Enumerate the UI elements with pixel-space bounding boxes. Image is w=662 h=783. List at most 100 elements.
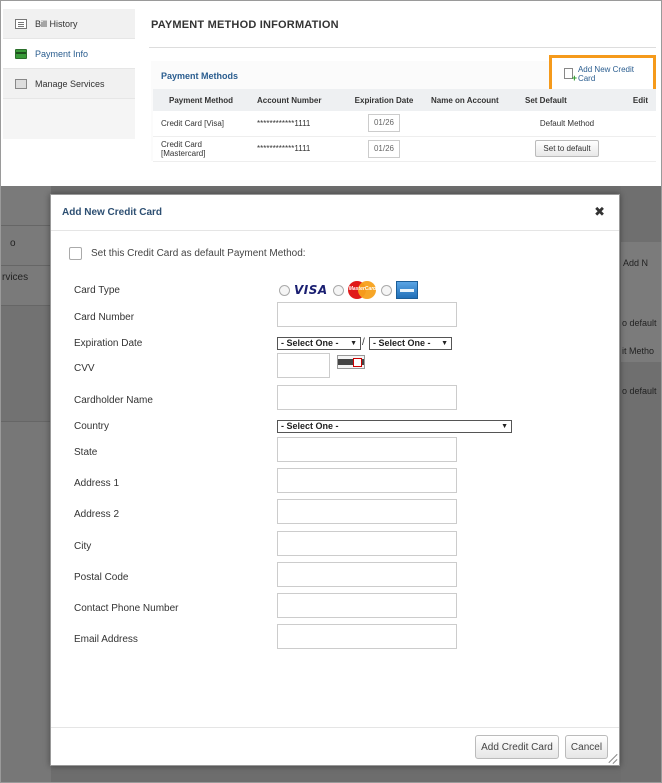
chevron-down-icon: ▼: [350, 340, 357, 347]
add-new-credit-card-link[interactable]: Add New Credit Card: [549, 55, 656, 92]
chevron-down-icon: ▼: [441, 340, 448, 347]
sidebar-item-label: Manage Services: [35, 78, 105, 89]
sidebar-item-label: Payment Info: [35, 48, 89, 59]
bill-history-icon: [15, 18, 27, 29]
exp-year-select[interactable]: - Select One - ▼: [369, 337, 452, 350]
address2-label: Address 2: [74, 509, 120, 520]
edit-cell: [617, 136, 656, 162]
mastercard-radio[interactable]: [332, 284, 344, 296]
payment-method-cell: Credit Card [Mastercard]: [153, 136, 249, 162]
column-header: Edit: [617, 89, 656, 111]
sidebar-item-label: Bill History: [35, 18, 78, 29]
exp-year-value: - Select One -: [373, 338, 431, 348]
city-input[interactable]: [277, 531, 457, 556]
expiration-value: 01/26: [368, 139, 400, 158]
phone-input[interactable]: [277, 593, 457, 618]
default-payment-row: Set this Credit Card as default Payment …: [69, 247, 306, 260]
expiration-cell: 01/26: [345, 111, 423, 137]
cvv-hint-icon: [337, 355, 365, 369]
table-header-row: Payment Method Account Number Expiration…: [153, 89, 656, 111]
country-label: Country: [74, 421, 110, 432]
sidebar-item-bill-history[interactable]: Bill History: [3, 9, 135, 39]
payment-card-icon: [15, 48, 27, 59]
edit-cell: [617, 111, 656, 137]
country-select[interactable]: - Select One - ▼: [277, 420, 512, 433]
services-icon: [15, 78, 27, 89]
country-value: - Select One -: [281, 421, 339, 431]
divider: [149, 47, 656, 48]
visa-radio[interactable]: [279, 284, 290, 296]
add-document-icon: [564, 68, 577, 83]
cancel-button[interactable]: Cancel: [565, 735, 608, 759]
sidebar-item-payment-info[interactable]: Payment Info: [3, 39, 135, 69]
payment-method-cell: Credit Card [Visa]: [153, 111, 249, 137]
dimmed-text: o: [10, 238, 16, 249]
table-row: Credit Card [Mastercard] ************111…: [153, 136, 656, 162]
email-input[interactable]: [277, 624, 457, 649]
column-header: Payment Method: [153, 89, 249, 111]
add-new-credit-card-label: Add New Credit Card: [577, 64, 634, 83]
sidebar: Bill History Payment Info Manage Service…: [3, 9, 135, 139]
table-row: Credit Card [Visa] ************1111 01/2…: [153, 111, 656, 137]
payment-methods-table: Payment Method Account Number Expiration…: [153, 89, 656, 162]
dialog-footer: Add Credit Card Cancel: [51, 727, 619, 765]
close-icon[interactable]: ✖: [594, 204, 605, 220]
payment-methods-panel: Payment Methods Add New Credit Card Paym…: [151, 55, 656, 162]
cvv-label: CVV: [74, 363, 95, 374]
column-header: Expiration Date: [345, 89, 423, 111]
dimmed-text: it Metho: [622, 346, 655, 356]
name-on-account-cell: [423, 136, 517, 162]
visa-logo-icon: VISA: [294, 283, 328, 297]
phone-label: Contact Phone Number: [74, 603, 179, 614]
address2-input[interactable]: [277, 499, 457, 524]
name-on-account-cell: [423, 111, 517, 137]
account-page: Bill History Payment Info Manage Service…: [1, 1, 661, 186]
set-to-default-button[interactable]: Set to default: [535, 140, 599, 157]
set-default-checkbox[interactable]: [69, 247, 82, 260]
cvv-input[interactable]: [277, 353, 330, 378]
cardholder-name-input[interactable]: [277, 385, 457, 410]
expiration-date-label: Expiration Date: [74, 338, 143, 349]
address1-label: Address 1: [74, 478, 120, 489]
amex-logo-icon: [395, 281, 418, 299]
exp-month-select[interactable]: - Select One - ▼: [277, 337, 361, 350]
dimmed-text: Add N: [623, 258, 649, 268]
sidebar-item-manage-services[interactable]: Manage Services: [3, 69, 135, 99]
add-credit-card-button[interactable]: Add Credit Card: [475, 735, 559, 759]
state-label: State: [74, 447, 98, 458]
expiration-cell: 01/26: [345, 136, 423, 162]
page-title: PAYMENT METHOD INFORMATION: [151, 19, 339, 31]
expiration-value: 01/26: [368, 114, 400, 133]
dimmed-text: o default: [622, 318, 657, 328]
dimmed-segment: [1, 226, 51, 266]
cardholder-name-label: Cardholder Name: [74, 395, 153, 406]
state-input[interactable]: [277, 437, 457, 462]
card-number-input[interactable]: [277, 302, 457, 327]
mastercard-logo-icon: MasterCard: [347, 281, 377, 299]
postal-code-label: Postal Code: [74, 572, 129, 583]
account-number-cell: ************1111: [249, 111, 345, 137]
sidebar-filler: [3, 99, 135, 139]
dimmed-panel: [621, 186, 661, 782]
postal-code-input[interactable]: [277, 562, 457, 587]
payment-methods-header: Payment Methods Add New Credit Card: [151, 55, 656, 92]
column-header: Name on Account: [423, 89, 517, 111]
account-number-cell: ************1111: [249, 136, 345, 162]
dialog-header: Add New Credit Card ✖: [51, 195, 619, 231]
exp-month-value: - Select One -: [281, 338, 339, 348]
email-label: Email Address: [74, 634, 138, 645]
payment-methods-title: Payment Methods: [161, 71, 239, 81]
dimmed-text: rvices: [2, 272, 29, 283]
column-header: Account Number: [249, 89, 345, 111]
column-header: Set Default: [517, 89, 617, 111]
mastercard-logo-text: MasterCard: [348, 286, 377, 292]
default-method-label: Default Method: [517, 111, 617, 137]
dimmed-text: o default: [622, 386, 657, 396]
dimmed-segment: [1, 306, 51, 422]
resize-handle-icon[interactable]: [607, 753, 617, 763]
amex-radio[interactable]: [380, 284, 392, 296]
dialog-title: Add New Credit Card: [62, 207, 163, 218]
address1-input[interactable]: [277, 468, 457, 493]
city-label: City: [74, 541, 92, 552]
card-number-label: Card Number: [74, 312, 135, 323]
